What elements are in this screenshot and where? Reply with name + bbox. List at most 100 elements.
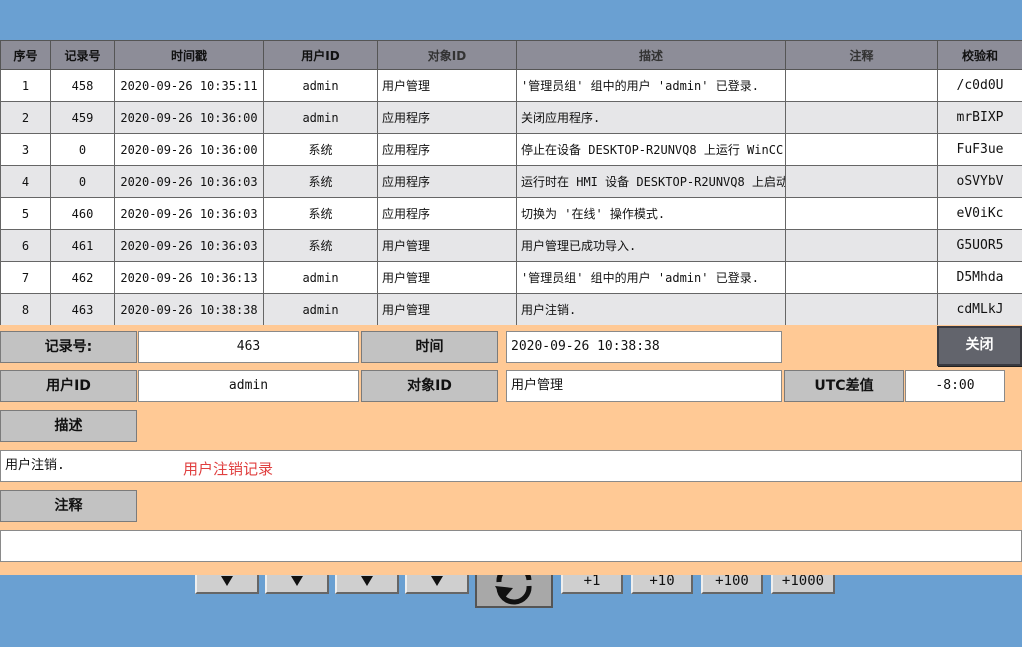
cell-description: 用户管理已成功导入. bbox=[516, 229, 786, 262]
step-label: +1 bbox=[583, 573, 601, 589]
cell-record: 0 bbox=[50, 133, 115, 166]
description-hint: 用户注销记录 bbox=[183, 460, 274, 478]
record-number-field[interactable]: 463 bbox=[138, 331, 359, 363]
step-label: +100 bbox=[715, 573, 749, 589]
cell-record: 459 bbox=[50, 101, 115, 134]
cell-timestamp: 2020-09-26 10:36:00 bbox=[114, 101, 264, 134]
column-header-note[interactable]: 注释 bbox=[785, 40, 938, 70]
cell-seq: 7 bbox=[0, 261, 51, 294]
cell-checksum: /c0d0U bbox=[937, 69, 1022, 102]
cell-record: 461 bbox=[50, 229, 115, 262]
cell-description: 切换为 '在线' 操作模式. bbox=[516, 197, 786, 230]
cell-object: 用户管理 bbox=[377, 261, 517, 294]
cell-note bbox=[785, 229, 938, 262]
user-id-label: 用户ID bbox=[0, 370, 137, 402]
cell-seq: 5 bbox=[0, 197, 51, 230]
cell-user: 系统 bbox=[263, 197, 378, 230]
utc-offset-field[interactable]: -8:00 bbox=[905, 370, 1005, 402]
table-row[interactable]: 4 0 2020-09-26 10:36:03 系统 应用程序 运行时在 HMI… bbox=[0, 165, 1022, 198]
column-header-checksum[interactable]: 校验和 bbox=[937, 40, 1022, 70]
table-row[interactable]: 3 0 2020-09-26 10:36:00 系统 应用程序 停止在设备 DE… bbox=[0, 133, 1022, 166]
cell-object: 用户管理 bbox=[377, 229, 517, 262]
record-number-label: 记录号: bbox=[0, 331, 137, 363]
column-header-timestamp[interactable]: 时间戳 bbox=[114, 40, 264, 70]
cell-note bbox=[785, 293, 938, 326]
column-header-seq[interactable]: 序号 bbox=[0, 40, 51, 70]
column-header-record[interactable]: 记录号 bbox=[50, 40, 115, 70]
close-button[interactable]: 关闭 bbox=[937, 326, 1022, 366]
cell-checksum: oSVYbV bbox=[937, 165, 1022, 198]
cell-checksum: mrBIXP bbox=[937, 101, 1022, 134]
cell-user: admin bbox=[263, 101, 378, 134]
arrow-down-icon bbox=[361, 576, 373, 586]
arrow-down-icon bbox=[431, 576, 443, 586]
top-bar bbox=[0, 0, 1022, 40]
description-field[interactable]: 用户注销. bbox=[0, 450, 1022, 482]
time-field[interactable]: 2020-09-26 10:38:38 bbox=[506, 331, 782, 363]
cell-object: 用户管理 bbox=[377, 293, 517, 326]
cell-description: 关闭应用程序. bbox=[516, 101, 786, 134]
cell-description: 停止在设备 DESKTOP-R2UNVQ8 上运行 WinCC bbox=[516, 133, 786, 166]
cell-timestamp: 2020-09-26 10:38:38 bbox=[114, 293, 264, 326]
arrow-down-icon bbox=[291, 576, 303, 586]
table-row[interactable]: 7 462 2020-09-26 10:36:13 admin 用户管理 '管理… bbox=[0, 261, 1022, 294]
object-id-label: 对象ID bbox=[361, 370, 498, 402]
note-field[interactable] bbox=[0, 530, 1022, 562]
cell-object: 应用程序 bbox=[377, 165, 517, 198]
time-label: 时间 bbox=[361, 331, 498, 363]
table-row[interactable]: 1 458 2020-09-26 10:35:11 admin 用户管理 '管理… bbox=[0, 69, 1022, 102]
table-header-row: 序号 记录号 时间戳 用户ID 对象ID 描述 注释 校验和 bbox=[0, 40, 1022, 70]
record-detail-panel: 记录号: 463 时间 2020-09-26 10:38:38 关闭 用户ID … bbox=[0, 325, 1022, 575]
cell-seq: 3 bbox=[0, 133, 51, 166]
table-row[interactable]: 2 459 2020-09-26 10:36:00 admin 应用程序 关闭应… bbox=[0, 101, 1022, 134]
cell-seq: 4 bbox=[0, 165, 51, 198]
cell-user: 系统 bbox=[263, 229, 378, 262]
table-row[interactable]: 6 461 2020-09-26 10:36:03 系统 用户管理 用户管理已成… bbox=[0, 229, 1022, 262]
audit-trail-table: 序号 记录号 时间戳 用户ID 对象ID 描述 注释 校验和 1 458 202… bbox=[0, 40, 1022, 326]
cell-user: admin bbox=[263, 69, 378, 102]
cell-record: 460 bbox=[50, 197, 115, 230]
table-row[interactable]: 5 460 2020-09-26 10:36:03 系统 应用程序 切换为 '在… bbox=[0, 197, 1022, 230]
cell-record: 462 bbox=[50, 261, 115, 294]
cell-timestamp: 2020-09-26 10:36:03 bbox=[114, 229, 264, 262]
cell-user: 系统 bbox=[263, 133, 378, 166]
cell-record: 463 bbox=[50, 293, 115, 326]
user-id-field[interactable]: admin bbox=[138, 370, 359, 402]
cell-timestamp: 2020-09-26 10:36:00 bbox=[114, 133, 264, 166]
column-header-user[interactable]: 用户ID bbox=[263, 40, 378, 70]
cell-checksum: cdMLkJ bbox=[937, 293, 1022, 326]
description-text: 用户注销. bbox=[5, 458, 65, 473]
cell-timestamp: 2020-09-26 10:36:13 bbox=[114, 261, 264, 294]
cell-object: 应用程序 bbox=[377, 101, 517, 134]
cell-checksum: G5UOR5 bbox=[937, 229, 1022, 262]
step-label: +1000 bbox=[781, 573, 825, 589]
cell-description: '管理员组' 组中的用户 'admin' 已登录. bbox=[516, 69, 786, 102]
cell-seq: 2 bbox=[0, 101, 51, 134]
cell-object: 用户管理 bbox=[377, 69, 517, 102]
cell-checksum: FuF3ue bbox=[937, 133, 1022, 166]
cell-description: 用户注销. bbox=[516, 293, 786, 326]
cell-record: 0 bbox=[50, 165, 115, 198]
cell-user: admin bbox=[263, 261, 378, 294]
cell-seq: 8 bbox=[0, 293, 51, 326]
cell-user: admin bbox=[263, 293, 378, 326]
cell-description: 运行时在 HMI 设备 DESKTOP-R2UNVQ8 上启动 bbox=[516, 165, 786, 198]
description-label: 描述 bbox=[0, 410, 137, 442]
object-id-field[interactable]: 用户管理 bbox=[506, 370, 782, 402]
column-header-object[interactable]: 对象ID bbox=[377, 40, 517, 70]
cell-user: 系统 bbox=[263, 165, 378, 198]
cell-note bbox=[785, 261, 938, 294]
cell-timestamp: 2020-09-26 10:36:03 bbox=[114, 197, 264, 230]
cell-object: 应用程序 bbox=[377, 133, 517, 166]
cell-seq: 6 bbox=[0, 229, 51, 262]
note-label: 注释 bbox=[0, 490, 137, 522]
utc-offset-label: UTC差值 bbox=[784, 370, 904, 402]
cell-description: '管理员组' 组中的用户 'admin' 已登录. bbox=[516, 261, 786, 294]
cell-object: 应用程序 bbox=[377, 197, 517, 230]
column-header-description[interactable]: 描述 bbox=[516, 40, 786, 70]
cell-checksum: eV0iKc bbox=[937, 197, 1022, 230]
table-row[interactable]: 8 463 2020-09-26 10:38:38 admin 用户管理 用户注… bbox=[0, 293, 1022, 326]
cell-checksum: D5Mhda bbox=[937, 261, 1022, 294]
step-label: +10 bbox=[649, 573, 675, 589]
cell-timestamp: 2020-09-26 10:36:03 bbox=[114, 165, 264, 198]
